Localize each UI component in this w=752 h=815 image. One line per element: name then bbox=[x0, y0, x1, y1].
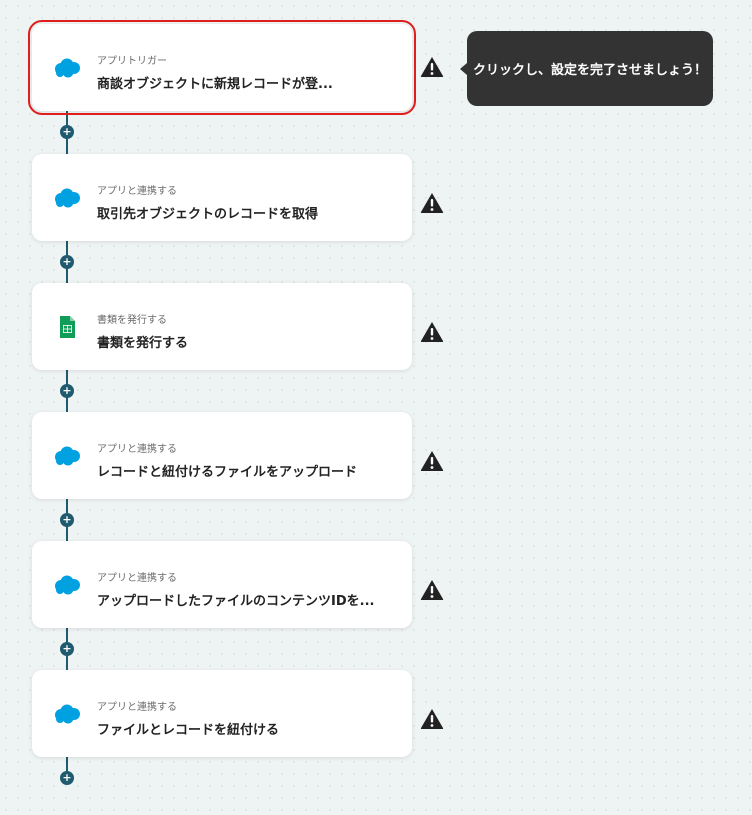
step-card-get-content-id[interactable]: アプリと連携する アップロードしたファイルのコンテンツIDを... bbox=[32, 541, 412, 628]
warning-icon[interactable] bbox=[420, 321, 444, 343]
salesforce-icon bbox=[52, 56, 82, 80]
salesforce-icon bbox=[52, 444, 82, 468]
step-title: 商談オブジェクトに新規レコードが登... bbox=[97, 77, 333, 92]
warning-icon[interactable] bbox=[420, 450, 444, 472]
step-card-trigger[interactable]: アプリトリガー 商談オブジェクトに新規レコードが登... bbox=[28, 20, 416, 115]
step-card-link-file-record[interactable]: アプリと連携する ファイルとレコードを紐付ける bbox=[32, 670, 412, 757]
add-step-button[interactable]: + bbox=[60, 125, 74, 139]
step-card-upload-file[interactable]: アプリと連携する レコードと紐付けるファイルをアップロード bbox=[32, 412, 412, 499]
step-title: 取引先オブジェクトのレコードを取得 bbox=[97, 207, 319, 222]
warning-icon[interactable] bbox=[420, 56, 444, 78]
step-title: 書類を発行する bbox=[97, 336, 189, 351]
step-card-issue-document[interactable]: 書類を発行する 書類を発行する bbox=[32, 283, 412, 370]
warning-icon[interactable] bbox=[420, 579, 444, 601]
step-type-label: アプリと連携する bbox=[97, 444, 177, 455]
add-step-button[interactable]: + bbox=[60, 642, 74, 656]
tooltip-arrow bbox=[460, 63, 467, 75]
workflow-canvas: + + + + + + アプリトリガー 商談オブジェクトに新規レコードが登...… bbox=[0, 0, 752, 815]
warning-icon[interactable] bbox=[420, 708, 444, 730]
hint-tooltip: クリックし、設定を完了させましょう！ bbox=[467, 31, 713, 106]
step-title: レコードと紐付けるファイルをアップロード bbox=[97, 465, 358, 480]
salesforce-icon bbox=[52, 573, 82, 597]
add-step-button[interactable]: + bbox=[60, 513, 74, 527]
step-title: アップロードしたファイルのコンテンツIDを... bbox=[97, 594, 375, 609]
step-type-label: アプリトリガー bbox=[97, 56, 167, 67]
step-title: ファイルとレコードを紐付ける bbox=[97, 723, 280, 738]
google-sheets-icon bbox=[52, 315, 82, 339]
step-type-label: 書類を発行する bbox=[97, 315, 167, 326]
salesforce-icon bbox=[52, 186, 82, 210]
step-type-label: アプリと連携する bbox=[97, 702, 177, 713]
tooltip-text: クリックし、設定を完了させましょう！ bbox=[473, 63, 708, 78]
add-step-button[interactable]: + bbox=[60, 255, 74, 269]
salesforce-icon bbox=[52, 702, 82, 726]
warning-icon[interactable] bbox=[420, 192, 444, 214]
step-card-get-account-record[interactable]: アプリと連携する 取引先オブジェクトのレコードを取得 bbox=[32, 154, 412, 241]
step-type-label: アプリと連携する bbox=[97, 573, 177, 584]
add-step-button[interactable]: + bbox=[60, 771, 74, 785]
add-step-button[interactable]: + bbox=[60, 384, 74, 398]
step-type-label: アプリと連携する bbox=[97, 186, 177, 197]
